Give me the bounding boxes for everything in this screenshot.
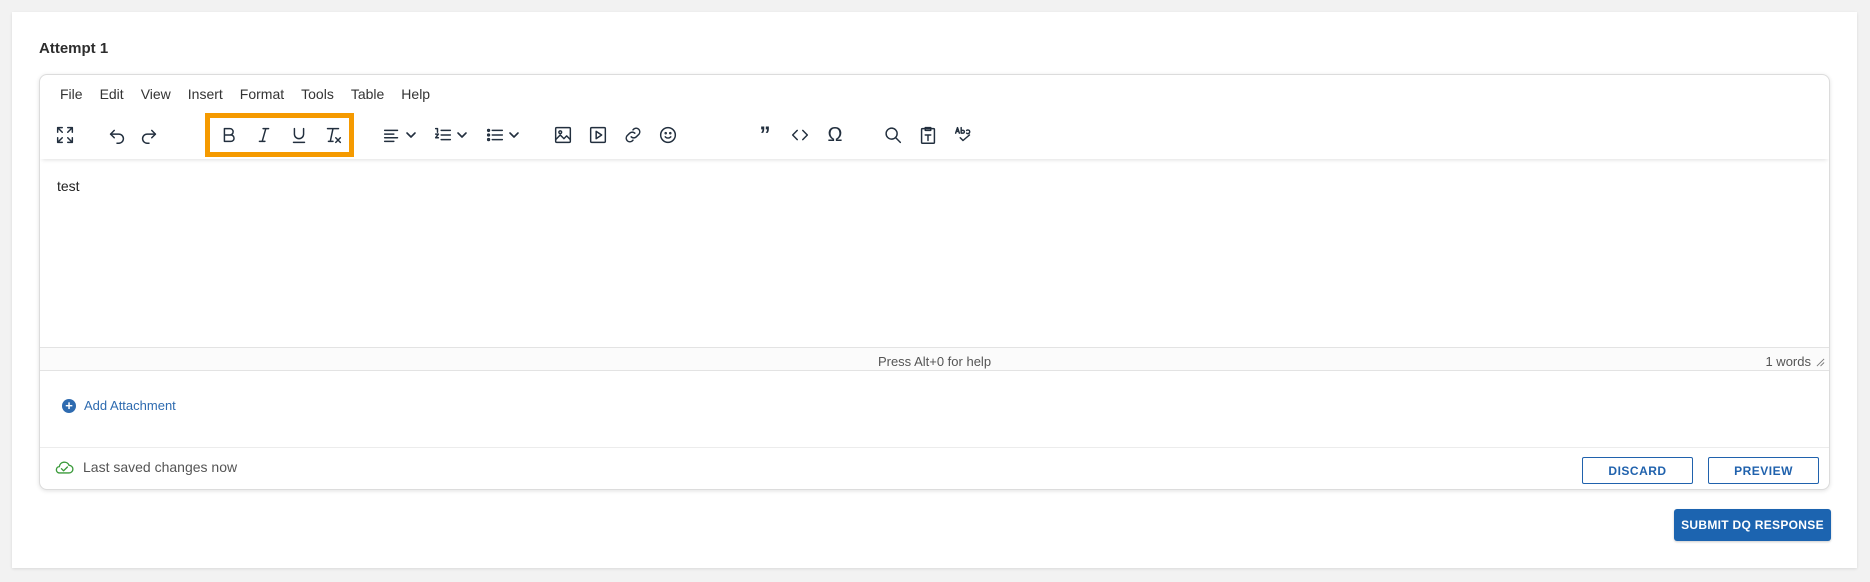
menu-tools[interactable]: Tools [301,86,334,102]
attempt-title: Attempt 1 [39,40,109,57]
editor-menubar: File Edit View Insert Format Tools Table… [40,75,1829,113]
editor-statusbar: Press Alt+0 for help 1 words [40,347,1829,371]
status-help-text: Press Alt+0 for help [877,354,992,369]
rich-text-editor: File Edit View Insert Format Tools Table… [39,74,1830,490]
menu-help[interactable]: Help [401,86,430,102]
bold-icon[interactable] [213,119,245,151]
add-attachment-button[interactable]: + Add Attachment [62,398,176,413]
word-count: 1 words [1765,354,1811,369]
discussion-response-card: Attempt 1 File Edit View Insert Format T… [12,12,1857,568]
discard-button[interactable]: DISCARD [1582,457,1693,484]
numbered-list-icon[interactable] [428,119,472,151]
menu-table[interactable]: Table [351,86,384,102]
menu-edit[interactable]: Edit [100,86,124,102]
media-icon[interactable] [582,119,614,151]
cloud-check-icon [55,461,74,474]
align-icon[interactable] [377,119,421,151]
redo-icon[interactable] [133,119,165,151]
editor-toolbar: ” Ω [40,113,1829,159]
plus-circle-icon: + [62,398,76,413]
spellcheck-icon[interactable] [947,119,979,151]
menu-file[interactable]: File [60,86,83,102]
menu-view[interactable]: View [141,86,171,102]
underline-icon[interactable] [283,119,315,151]
italic-icon[interactable] [248,119,280,151]
save-status: Last saved changes now [53,458,237,476]
resize-handle-icon[interactable] [1816,358,1825,367]
submit-dq-response-button[interactable]: SUBMIT DQ RESPONSE [1674,509,1831,541]
special-character-icon[interactable]: Ω [819,119,851,151]
emoji-icon[interactable] [652,119,684,151]
link-icon[interactable] [617,119,649,151]
editor-footer: Last saved changes now DISCARD PREVIEW [40,447,1829,489]
search-replace-icon[interactable] [877,119,909,151]
undo-icon[interactable] [101,119,133,151]
blockquote-icon[interactable]: ” [749,119,781,151]
menu-format[interactable]: Format [240,86,284,102]
save-status-text: Last saved changes now [83,459,238,475]
editor-text[interactable]: test [57,178,1812,194]
menu-insert[interactable]: Insert [188,86,223,102]
paste-text-icon[interactable] [912,119,944,151]
code-icon[interactable] [784,119,816,151]
editor-content-area[interactable]: test [40,159,1829,347]
add-attachment-label: Add Attachment [84,398,176,413]
preview-button[interactable]: PREVIEW [1708,457,1819,484]
clear-formatting-icon[interactable] [317,119,349,151]
image-icon[interactable] [547,119,579,151]
fullscreen-icon[interactable] [49,119,81,151]
bullet-list-icon[interactable] [480,119,524,151]
